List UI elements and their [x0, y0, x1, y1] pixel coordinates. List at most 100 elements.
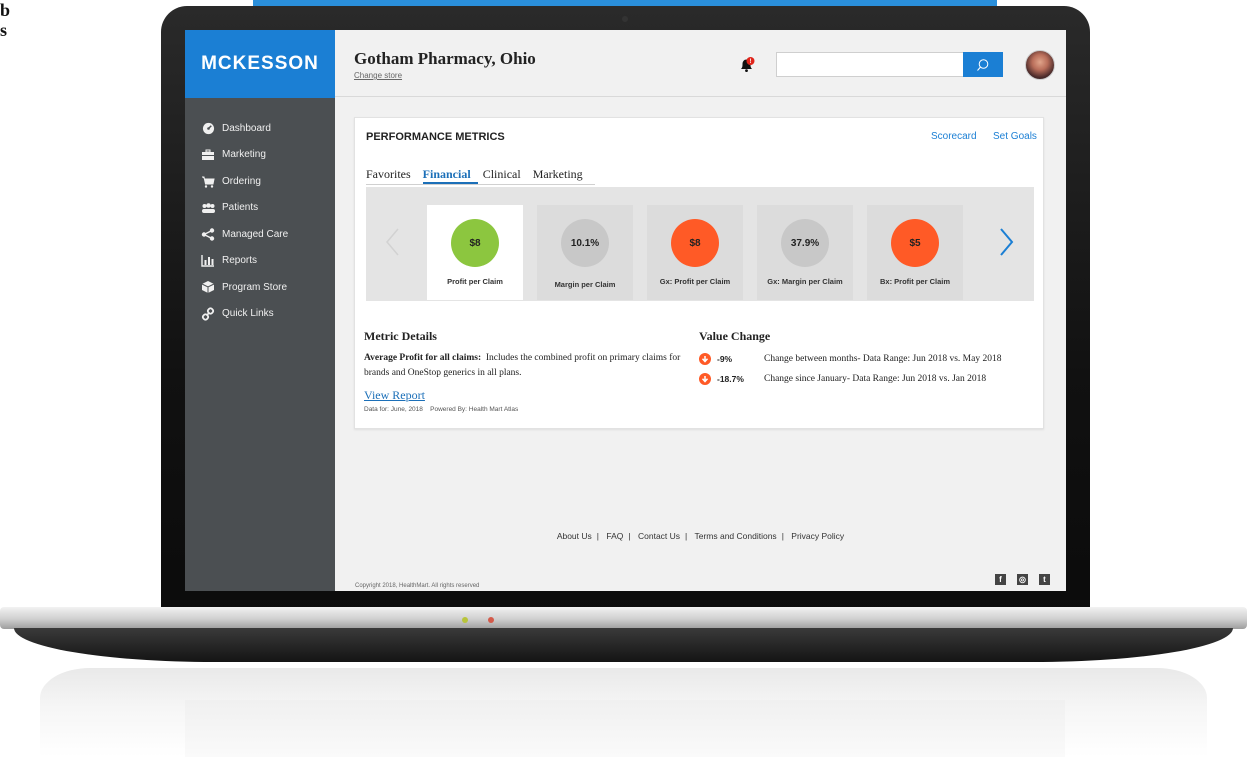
footer-separator: |: [685, 531, 688, 541]
cropped-edge-text: b s: [0, 0, 10, 40]
sidebar-item-dashboard[interactable]: Dashboard: [185, 115, 335, 142]
sidebar-item-label: Ordering: [222, 175, 261, 187]
share-icon: [200, 227, 216, 241]
sidebar: MCKESSON Dashboard Marketing Ordering Pa…: [185, 30, 335, 591]
laptop-mockup: b s MCKESSON Dashboard Marketing Orderin…: [0, 0, 1247, 757]
sidebar-item-patients[interactable]: Patients: [185, 195, 335, 222]
data-note: Data for: June, 2018 Powered By: Health …: [364, 406, 518, 413]
metric-label: Margin per Claim: [554, 280, 616, 289]
change-store-link[interactable]: Change store: [354, 71, 402, 80]
indicator-led: [488, 617, 494, 623]
sidebar-item-quick-links[interactable]: Quick Links: [185, 301, 335, 328]
footer-link-faq[interactable]: FAQ: [606, 531, 623, 541]
sidebar-item-label: Dashboard: [222, 122, 271, 134]
footer-link-privacy[interactable]: Privacy Policy: [791, 531, 844, 541]
metric-details-text: Average Profit for all claims: Includes …: [364, 351, 704, 381]
people-icon: [200, 201, 216, 215]
search-button[interactable]: [963, 52, 1003, 77]
metric-value-circle: $8: [451, 219, 499, 267]
scorecard-link[interactable]: Scorecard: [931, 131, 977, 142]
value-change-amount: -9%: [717, 354, 733, 364]
sidebar-item-ordering[interactable]: Ordering: [185, 168, 335, 195]
brand-logo[interactable]: MCKESSON: [185, 30, 335, 98]
chevron-right-icon: [1000, 228, 1014, 256]
metric-tile-gx-profit-per-claim[interactable]: $8 Gx: Profit per Claim: [647, 205, 743, 300]
arrow-down-icon: [699, 373, 711, 385]
tab-financial[interactable]: Financial: [422, 167, 478, 184]
view-report-link[interactable]: View Report: [364, 388, 425, 403]
metric-value-circle: $8: [671, 219, 719, 267]
top-bar: Gotham Pharmacy, Ohio Change store !: [335, 30, 1066, 97]
cart-icon: [200, 174, 216, 188]
metric-tile-profit-per-claim[interactable]: $8 Profit per Claim: [427, 205, 523, 300]
sidebar-nav: Dashboard Marketing Ordering Patients Ma…: [185, 98, 335, 327]
link-icon: [200, 307, 216, 321]
arrow-down-icon: [699, 353, 711, 365]
sidebar-item-managed-care[interactable]: Managed Care: [185, 221, 335, 248]
metric-tile-gx-margin-per-claim[interactable]: 37.9% Gx: Margin per Claim: [757, 205, 853, 300]
value-change-row: -9% Change between months- Data Range: J…: [699, 352, 1001, 366]
value-change-title: Value Change: [699, 329, 771, 343]
notification-bell[interactable]: !: [738, 56, 756, 74]
footer-link-terms[interactable]: Terms and Conditions: [694, 531, 776, 541]
carousel-next-button[interactable]: [996, 227, 1016, 257]
avatar[interactable]: [1025, 50, 1055, 80]
sidebar-item-label: Patients: [222, 202, 259, 214]
metric-details-lead: Average Profit for all claims:: [364, 353, 482, 363]
store-name: Gotham Pharmacy, Ohio: [354, 49, 536, 68]
data-for: Data for: June, 2018: [364, 406, 423, 413]
chevron-left-icon: [386, 228, 399, 256]
briefcase-icon: [200, 148, 216, 162]
facebook-icon[interactable]: f: [995, 574, 1006, 585]
brand-name: MCKESSON: [201, 53, 319, 74]
sidebar-item-marketing[interactable]: Marketing: [185, 142, 335, 169]
powered-by: Powered By: Health Mart Atlas: [430, 406, 519, 413]
set-goals-link[interactable]: Set Goals: [993, 131, 1037, 142]
tab-marketing[interactable]: Marketing: [533, 167, 590, 184]
sidebar-item-reports[interactable]: Reports: [185, 248, 335, 275]
box-icon: [200, 280, 216, 294]
sidebar-item-label: Quick Links: [222, 308, 274, 320]
sidebar-item-program-store[interactable]: Program Store: [185, 274, 335, 301]
app-screen: MCKESSON Dashboard Marketing Ordering Pa…: [185, 30, 1066, 591]
metric-tile-margin-per-claim[interactable]: 10.1% Margin per Claim: [537, 205, 633, 300]
metric-tile-bx-profit-per-claim[interactable]: $5 Bx: Profit per Claim: [867, 205, 963, 300]
indicator-led: [462, 617, 468, 623]
sidebar-item-label: Managed Care: [222, 228, 289, 240]
value-change-amount: -18.7%: [717, 374, 744, 384]
tab-favorites[interactable]: Favorites: [366, 167, 418, 184]
reflection-screen: [185, 700, 1065, 757]
notification-count: !: [750, 59, 752, 65]
search-input[interactable]: [776, 52, 963, 77]
instagram-icon[interactable]: ◎: [1017, 574, 1028, 585]
metric-value-circle: 37.9%: [781, 219, 829, 267]
carousel-prev-button[interactable]: [383, 227, 403, 257]
copyright: Copyright 2018, HealthMart. All rights r…: [355, 583, 480, 589]
tab-clinical[interactable]: Clinical: [483, 167, 528, 184]
value-change-row: -18.7% Change since January- Data Range:…: [699, 372, 986, 386]
metric-details-title: Metric Details: [364, 329, 437, 343]
metric-value-circle: $5: [891, 219, 939, 267]
dashboard-icon: [200, 121, 216, 135]
metric-label: Bx: Profit per Claim: [879, 277, 950, 286]
metric-label: Gx: Margin per Claim: [767, 277, 843, 286]
metrics-carousel: $8 Profit per Claim 10.1% Margin per Cla…: [366, 187, 1034, 301]
value-change-description: Change between months- Data Range: Jun 2…: [764, 354, 1002, 364]
footer-separator: |: [781, 531, 784, 541]
footer-links: About Us | FAQ | Contact Us | Terms and Con…: [335, 531, 1066, 541]
footer-link-contact[interactable]: Contact Us: [638, 531, 680, 541]
sidebar-item-label: Program Store: [222, 281, 288, 293]
footer-link-about[interactable]: About Us: [557, 531, 592, 541]
card-title: PERFORMANCE METRICS: [366, 131, 505, 143]
main-content: Gotham Pharmacy, Ohio Change store ! PER…: [335, 30, 1066, 591]
bar-chart-icon: [200, 254, 216, 268]
footer-separator: |: [596, 531, 599, 541]
twitter-icon[interactable]: t: [1039, 574, 1050, 585]
metric-label: Profit per Claim: [447, 277, 503, 286]
search-icon: [977, 58, 989, 71]
metric-label: Gx: Profit per Claim: [659, 277, 731, 286]
sidebar-item-label: Marketing: [222, 149, 266, 161]
footer-separator: |: [628, 531, 631, 541]
sidebar-item-label: Reports: [222, 255, 258, 267]
bell-icon: !: [741, 57, 755, 72]
